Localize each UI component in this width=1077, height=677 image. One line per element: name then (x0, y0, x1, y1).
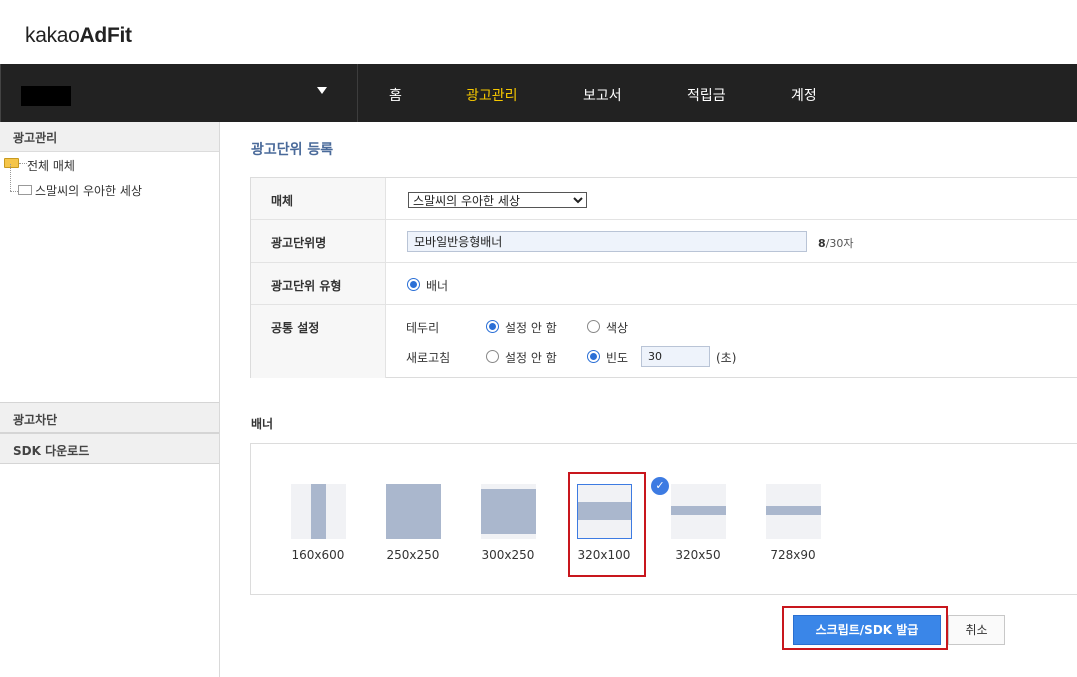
tree-item-all-media[interactable]: 전체 매체 (27, 157, 75, 174)
size-thumb (386, 484, 441, 539)
refresh-label: 새로고침 (406, 351, 451, 365)
logo-bar: kakaoAdFit (0, 0, 1077, 64)
size-label: 300x250 (481, 548, 535, 562)
type-banner-label: 배너 (426, 279, 449, 293)
form-row-unit-type: 광고단위 유형 배너 (251, 263, 1077, 305)
refresh-seconds-input[interactable] (641, 346, 710, 367)
unit-form: 매체 스말씨의 우아한 세상 광고단위명 8/30자 광고단위 유형 배너 공통… (250, 177, 1077, 378)
cancel-button[interactable]: 취소 (948, 615, 1005, 645)
sidebar-header[interactable]: 광고관리 (0, 122, 219, 152)
form-row-unit-name: 광고단위명 8/30자 (251, 220, 1077, 263)
selection-highlight (568, 472, 646, 577)
media-select[interactable]: 스말씨의 우아한 세상 (408, 192, 587, 208)
banner-section-title: 배너 (251, 417, 274, 431)
size-thumb (671, 484, 726, 539)
sidebar-item-ad-block[interactable]: 광고차단 (0, 402, 219, 433)
nav-reports[interactable]: 보고서 (583, 85, 622, 105)
char-count: 8 (818, 237, 826, 250)
nav-account[interactable]: 계정 (791, 85, 817, 105)
form-label: 공통 설정 (251, 305, 386, 378)
tree-item-media[interactable]: 스말씨의 우아한 세상 (35, 182, 142, 199)
unit-name-label: 광고단위명 (271, 236, 327, 250)
nav-ad-management[interactable]: 광고관리 (466, 85, 518, 105)
logo-bold: AdFit (79, 24, 132, 47)
tree-line (10, 191, 18, 192)
form-label: 매체 (251, 178, 386, 219)
nav-home[interactable]: 홈 (389, 85, 402, 105)
type-banner-radio[interactable] (407, 278, 420, 291)
refresh-none-label: 설정 안 함 (505, 351, 557, 365)
media-label: 매체 (271, 194, 294, 208)
sidebar: 광고관리 전체 매체 스말씨의 우아한 세상 광고차단 SDK 다운로드 (0, 122, 220, 677)
nav-credits[interactable]: 적립금 (687, 85, 726, 105)
common-label: 공통 설정 (271, 321, 320, 335)
char-counter: 8/30자 (818, 235, 853, 251)
border-color-label: 색상 (606, 321, 629, 335)
size-thumb (291, 484, 346, 539)
refresh-freq-label: 빈도 (606, 351, 629, 365)
sidebar-item-sdk-download[interactable]: SDK 다운로드 (0, 433, 219, 464)
border-color-radio[interactable] (587, 320, 600, 333)
page-title: 광고단위 등록 (251, 142, 334, 158)
media-selector[interactable] (0, 64, 357, 122)
nav-divider (357, 64, 358, 122)
border-label: 테두리 (406, 321, 440, 335)
size-label: 250x250 (386, 548, 440, 562)
caret-down-icon[interactable] (317, 87, 327, 94)
form-label: 광고단위명 (251, 220, 386, 262)
check-icon: ✓ (651, 477, 669, 495)
folder-icon (18, 185, 32, 195)
refresh-none-radio[interactable] (486, 350, 499, 363)
border-none-radio[interactable] (486, 320, 499, 333)
form-label: 광고단위 유형 (251, 263, 386, 304)
size-label: 160x600 (291, 548, 345, 562)
refresh-unit: (초) (716, 351, 737, 365)
refresh-freq-radio[interactable] (587, 350, 600, 363)
size-label: 320x50 (675, 548, 721, 562)
char-max: /30자 (825, 237, 854, 250)
size-thumb (481, 484, 536, 539)
form-row-media: 매체 스말씨의 우아한 세상 (251, 178, 1077, 220)
tree-line (19, 163, 27, 164)
logo-prefix: kakao (25, 24, 80, 47)
unit-name-input[interactable] (407, 231, 807, 252)
kakao-adfit-logo[interactable]: kakaoAdFit (25, 24, 132, 48)
border-none-label: 설정 안 함 (505, 321, 557, 335)
form-row-common: 공통 설정 테두리 설정 안 함 색상 새로고침 설정 안 함 빈도 (초) (251, 305, 1077, 378)
banner-size-picker: 160x600 250x250 300x250 320x100 320x50 7… (250, 443, 1077, 595)
folder-open-icon (4, 158, 19, 168)
unit-type-label: 광고단위 유형 (271, 279, 342, 293)
size-thumb (766, 484, 821, 539)
media-name-redacted (21, 86, 71, 106)
size-label: 728x90 (770, 548, 816, 562)
top-nav: 홈 광고관리 보고서 적립금 계정 (0, 64, 1077, 122)
main-content: 광고단위 등록 매체 스말씨의 우아한 세상 광고단위명 8/30자 광고단위 … (221, 122, 1077, 677)
issue-script-sdk-button[interactable]: 스크립트/SDK 발급 (793, 615, 941, 645)
tree-line (10, 164, 11, 191)
